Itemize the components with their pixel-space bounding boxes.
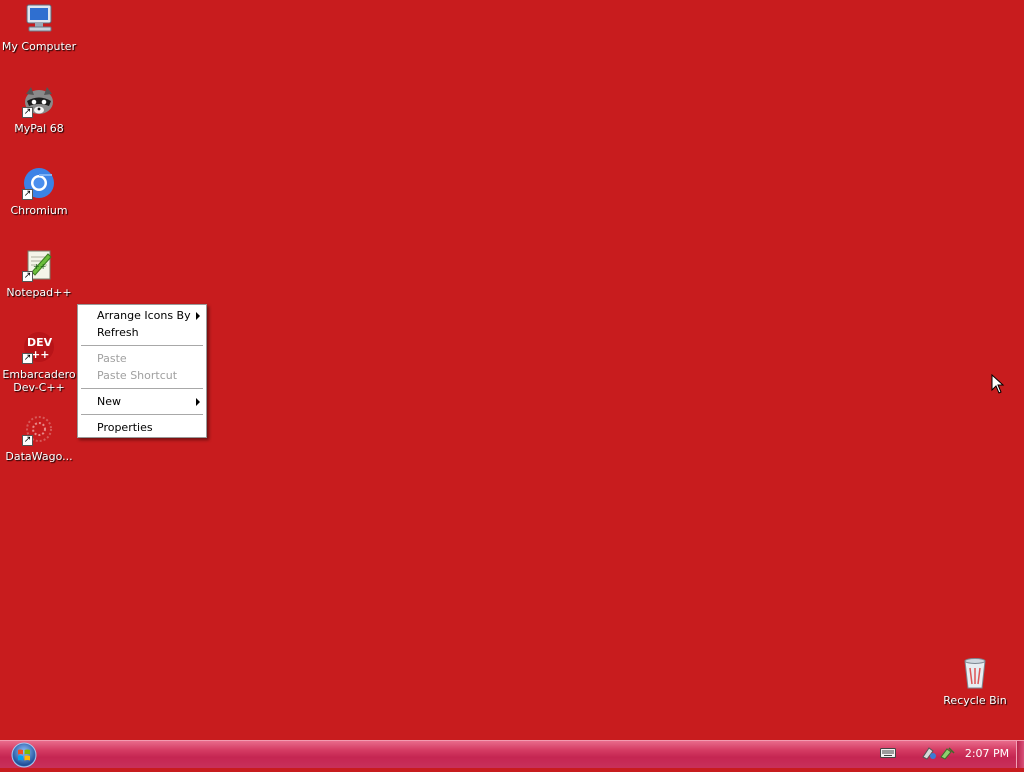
- notepadpp-icon: ++ ↗: [22, 248, 56, 282]
- safely-remove-icon: [940, 747, 955, 760]
- taskbar: [0, 740, 1024, 768]
- menu-separator: [81, 414, 203, 415]
- devcpp-icon: DEV ++ ↗: [22, 330, 56, 364]
- computer-icon: [22, 2, 56, 36]
- menu-separator: [81, 345, 203, 346]
- tray-icons[interactable]: [921, 745, 957, 761]
- menu-item-paste: Paste: [78, 350, 206, 367]
- menu-item-new[interactable]: New: [78, 393, 206, 410]
- raccoon-browser-icon: ↗: [22, 84, 56, 118]
- menu-item-arrange-icons-by[interactable]: Arrange Icons By: [78, 307, 206, 324]
- desktop-icon-label: DataWago...: [5, 450, 73, 463]
- keyboard-icon[interactable]: [880, 746, 896, 760]
- shortcut-arrow-icon: ↗: [22, 353, 33, 364]
- network-icon: [922, 747, 936, 760]
- desktop-icon-recycle-bin[interactable]: Recycle Bin: [936, 656, 1014, 707]
- taskbar-clock[interactable]: 2:07 PM: [961, 740, 1013, 767]
- show-desktop-button[interactable]: [1016, 741, 1024, 768]
- desktop-icon-notepadpp[interactable]: ++ ↗ Notepad++: [0, 248, 78, 299]
- shortcut-arrow-icon: ↗: [22, 189, 33, 200]
- start-button[interactable]: [9, 741, 39, 768]
- desktop-icon-label: Recycle Bin: [943, 694, 1007, 707]
- mouse-cursor-icon: [991, 374, 1005, 394]
- menu-item-refresh[interactable]: Refresh: [78, 324, 206, 341]
- datawagon-icon: ↗: [22, 412, 56, 446]
- menu-item-label: New: [97, 395, 121, 408]
- recycle-bin-icon: [958, 656, 992, 690]
- shortcut-arrow-icon: ↗: [22, 107, 33, 118]
- desktop-icon-chromium[interactable]: ↗ Chromium: [0, 166, 78, 217]
- desktop[interactable]: My Computer ↗ MyPal 68 ↗ Chromium ++ ↗ N…: [0, 0, 1024, 740]
- desktop-icon-label: My Computer: [1, 40, 77, 53]
- submenu-arrow-icon: [196, 312, 200, 320]
- desktop-icon-label: MyPal 68: [14, 122, 64, 135]
- menu-item-label: Arrange Icons By: [97, 309, 191, 322]
- desktop-icon-label: Notepad++: [6, 286, 72, 299]
- menu-item-label: Properties: [97, 421, 153, 434]
- shortcut-arrow-icon: ↗: [22, 435, 33, 446]
- shortcut-arrow-icon: ↗: [22, 271, 33, 282]
- desktop-icon-mypal[interactable]: ↗ MyPal 68: [0, 84, 78, 135]
- menu-item-label: Paste Shortcut: [97, 369, 178, 382]
- desktop-icon-my-computer[interactable]: My Computer: [0, 2, 78, 53]
- desktop-icon-label: Embarcadero Dev-C++: [2, 368, 76, 394]
- chromium-icon: ↗: [22, 166, 56, 200]
- desktop-icon-label: Chromium: [10, 204, 68, 217]
- svg-text:++: ++: [33, 262, 46, 271]
- menu-item-paste-shortcut: Paste Shortcut: [78, 367, 206, 384]
- menu-separator: [81, 388, 203, 389]
- menu-item-properties[interactable]: Properties: [78, 419, 206, 436]
- desktop-icon-datawagon[interactable]: ↗ DataWago...: [0, 412, 78, 463]
- desktop-icon-devcpp[interactable]: DEV ++ ↗ Embarcadero Dev-C++: [0, 330, 78, 394]
- menu-item-label: Paste: [97, 352, 127, 365]
- submenu-arrow-icon: [196, 398, 200, 406]
- desktop-context-menu: Arrange Icons By Refresh Paste Paste Sho…: [77, 304, 207, 438]
- windows-orb-icon: [11, 742, 37, 768]
- svg-text:++: ++: [31, 348, 49, 361]
- menu-item-label: Refresh: [97, 326, 139, 339]
